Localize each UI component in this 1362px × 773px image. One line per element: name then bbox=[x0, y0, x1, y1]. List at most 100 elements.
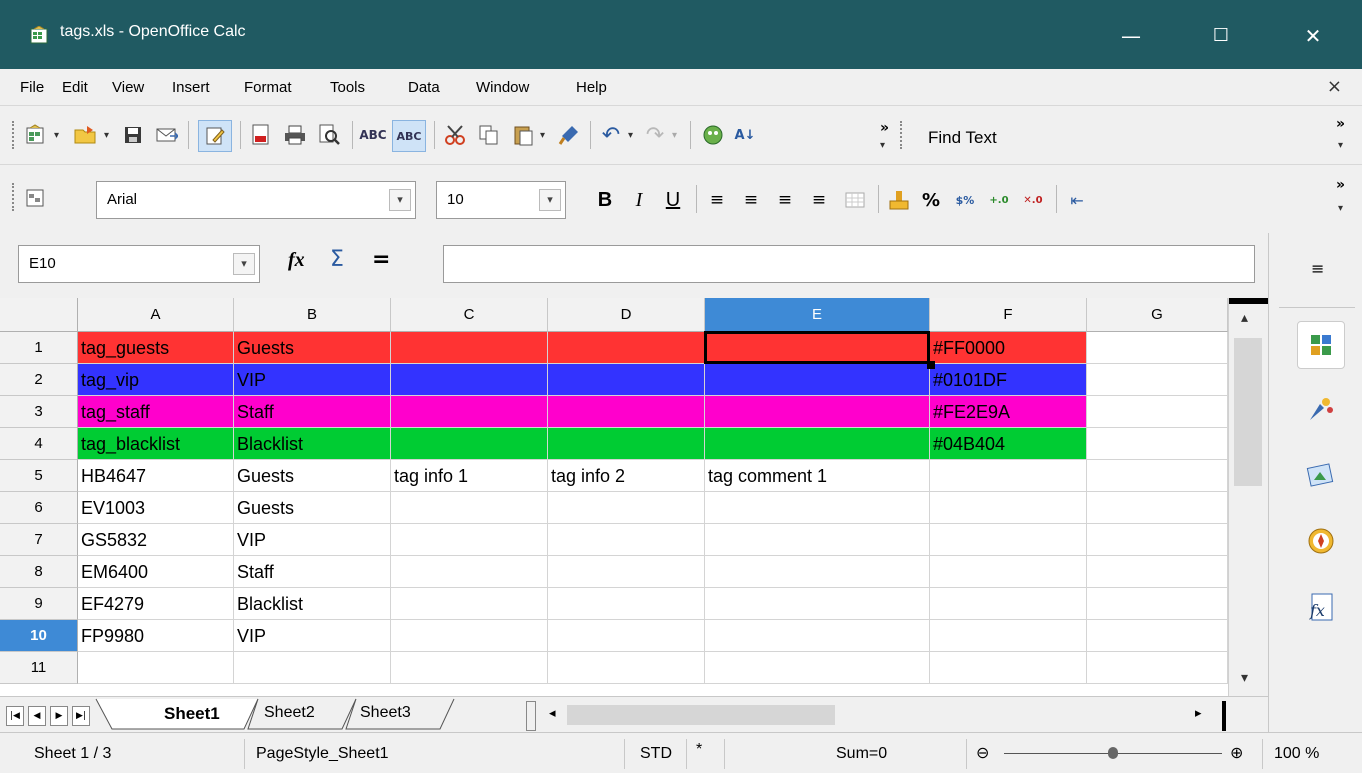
table-cell[interactable] bbox=[705, 524, 930, 556]
table-cell[interactable]: Blacklist bbox=[234, 588, 391, 620]
column-header[interactable]: A bbox=[78, 298, 234, 332]
table-cell[interactable] bbox=[234, 652, 391, 684]
table-cell[interactable] bbox=[705, 556, 930, 588]
next-sheet-icon[interactable]: ▶ bbox=[50, 706, 68, 726]
table-cell[interactable] bbox=[1087, 460, 1228, 492]
table-cell[interactable] bbox=[78, 652, 234, 684]
minimize-button[interactable]: — bbox=[1108, 14, 1154, 58]
open-dropdown-icon[interactable]: ▾ bbox=[104, 130, 109, 141]
tab-split-handle[interactable] bbox=[526, 701, 536, 731]
spreadsheet-grid[interactable]: A B C D E F G 1 tag_guests Guests #FF0000 2 tag_vip V… bbox=[0, 298, 1228, 696]
table-cell[interactable]: #FE2E9A bbox=[930, 396, 1087, 428]
open-folder-icon[interactable] bbox=[72, 122, 98, 148]
standard-format-icon[interactable]: $% bbox=[952, 187, 978, 213]
table-cell[interactable]: tag_blacklist bbox=[78, 428, 234, 460]
table-cell[interactable] bbox=[548, 332, 705, 364]
scroll-down-icon[interactable]: ▾ bbox=[1241, 670, 1248, 686]
table-cell[interactable]: tag comment 1 bbox=[705, 460, 930, 492]
table-cell[interactable] bbox=[705, 428, 930, 460]
table-cell[interactable] bbox=[705, 652, 930, 684]
table-cell[interactable] bbox=[391, 428, 548, 460]
undo-dropdown-icon[interactable]: ▾ bbox=[628, 130, 633, 141]
table-cell[interactable] bbox=[391, 364, 548, 396]
table-cell[interactable]: Staff bbox=[234, 556, 391, 588]
column-header[interactable]: G bbox=[1087, 298, 1228, 332]
table-cell[interactable] bbox=[548, 396, 705, 428]
copy-icon[interactable] bbox=[476, 122, 502, 148]
redo-dropdown-icon[interactable]: ▾ bbox=[672, 130, 677, 141]
table-cell[interactable] bbox=[1087, 556, 1228, 588]
percent-icon[interactable]: % bbox=[918, 187, 944, 213]
vertical-scrollbar[interactable]: ▴ ▾ bbox=[1228, 298, 1269, 696]
maximize-button[interactable]: ☐ bbox=[1198, 14, 1244, 58]
align-left-icon[interactable]: ≡ bbox=[704, 187, 730, 213]
table-cell[interactable]: FP9980 bbox=[78, 620, 234, 652]
table-cell[interactable]: Blacklist bbox=[234, 428, 391, 460]
chevron-down-icon[interactable]: ▾ bbox=[233, 253, 255, 275]
table-cell[interactable] bbox=[705, 396, 930, 428]
split-handle[interactable] bbox=[1222, 701, 1226, 731]
row-header[interactable]: 4 bbox=[0, 428, 78, 460]
table-cell[interactable] bbox=[1087, 620, 1228, 652]
font-name-combo[interactable]: Arial ▾ bbox=[96, 181, 416, 219]
navigator-compass-icon[interactable] bbox=[1305, 525, 1337, 557]
menu-view[interactable]: View bbox=[112, 79, 144, 96]
paste-icon[interactable] bbox=[510, 122, 536, 148]
table-cell[interactable] bbox=[391, 556, 548, 588]
column-header[interactable]: F bbox=[930, 298, 1087, 332]
zoom-out-icon[interactable]: ⊖ bbox=[976, 743, 989, 763]
row-header[interactable]: 8 bbox=[0, 556, 78, 588]
table-cell[interactable] bbox=[391, 620, 548, 652]
menu-tools[interactable]: Tools bbox=[330, 79, 365, 96]
table-cell[interactable] bbox=[391, 524, 548, 556]
table-cell[interactable]: VIP bbox=[234, 364, 391, 396]
merge-cells-icon[interactable] bbox=[842, 187, 868, 213]
sum-icon[interactable]: Σ bbox=[330, 247, 344, 272]
table-cell[interactable]: tag info 1 bbox=[391, 460, 548, 492]
styles-icon[interactable] bbox=[22, 185, 48, 211]
more-dropdown-icon[interactable]: ▾ bbox=[1338, 203, 1343, 214]
horizontal-scrollbar[interactable]: ◂ ▸ bbox=[545, 703, 1213, 727]
table-cell[interactable] bbox=[548, 428, 705, 460]
more-tools-icon[interactable]: » bbox=[1336, 116, 1345, 132]
table-cell[interactable] bbox=[391, 492, 548, 524]
menu-help[interactable]: Help bbox=[576, 79, 607, 96]
undo-icon[interactable]: ↶ bbox=[598, 122, 624, 148]
table-cell[interactable]: tag_staff bbox=[78, 396, 234, 428]
styles-formatting-icon[interactable] bbox=[1305, 393, 1337, 425]
scroll-thumb[interactable] bbox=[1234, 338, 1262, 486]
scroll-up-icon[interactable]: ▴ bbox=[1241, 310, 1248, 326]
add-decimal-icon[interactable]: +.0 bbox=[986, 187, 1012, 213]
sidebar-menu-icon[interactable]: ≡ bbox=[1311, 259, 1324, 278]
menu-format[interactable]: Format bbox=[244, 79, 292, 96]
table-cell[interactable]: #FF0000 bbox=[930, 332, 1087, 364]
properties-icon[interactable] bbox=[1297, 321, 1345, 369]
underline-icon[interactable]: U bbox=[660, 187, 686, 213]
table-cell[interactable] bbox=[1087, 428, 1228, 460]
table-cell[interactable] bbox=[548, 364, 705, 396]
close-button[interactable]: ✕ bbox=[1290, 14, 1336, 58]
clone-formatting-icon[interactable] bbox=[556, 122, 582, 148]
tab-sheet1[interactable]: Sheet1 bbox=[164, 704, 220, 724]
decrease-indent-icon[interactable]: ⇤ bbox=[1064, 187, 1090, 213]
row-header[interactable]: 6 bbox=[0, 492, 78, 524]
zoom-slider[interactable]: ⊖ ⊕ bbox=[976, 743, 1250, 763]
menu-edit[interactable]: Edit bbox=[62, 79, 88, 96]
export-pdf-icon[interactable] bbox=[248, 122, 274, 148]
select-all-corner[interactable] bbox=[0, 298, 78, 332]
table-cell[interactable] bbox=[548, 652, 705, 684]
table-cell[interactable]: tag info 2 bbox=[548, 460, 705, 492]
paste-dropdown-icon[interactable]: ▾ bbox=[540, 130, 545, 141]
table-cell[interactable]: Guests bbox=[234, 460, 391, 492]
function-wizard-icon[interactable]: fx bbox=[288, 249, 305, 272]
table-cell[interactable] bbox=[930, 588, 1087, 620]
justify-icon[interactable]: ≡ bbox=[806, 187, 832, 213]
new-document-icon[interactable] bbox=[22, 122, 48, 148]
close-document-icon[interactable]: × bbox=[1327, 76, 1342, 97]
more-dropdown-icon[interactable]: ▾ bbox=[1338, 140, 1343, 151]
selection-mode[interactable]: STD bbox=[640, 745, 672, 763]
column-header[interactable]: E bbox=[705, 298, 930, 332]
row-header[interactable]: 10 bbox=[0, 620, 78, 652]
sort-ascending-icon[interactable]: A↓ bbox=[732, 122, 758, 148]
table-cell[interactable] bbox=[705, 364, 930, 396]
